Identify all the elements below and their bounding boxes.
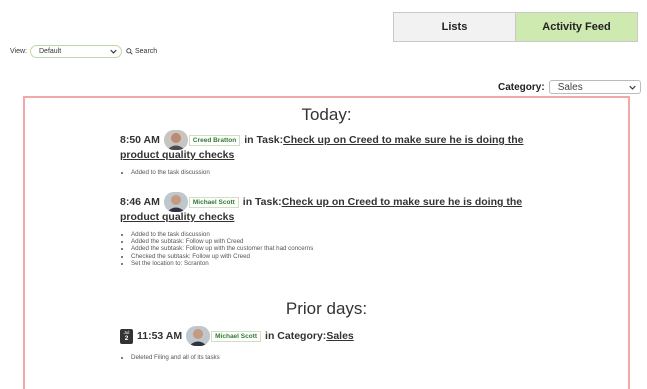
entry-context: in Task: [244, 134, 284, 146]
view-select-value: Default [39, 48, 62, 55]
list-item: Checked the subtask: Follow up with Cree… [131, 253, 313, 260]
entry-time: 11:53 AM [137, 330, 183, 342]
task-link[interactable]: Check up on Creed to make sure he is doi… [283, 134, 523, 146]
category-link[interactable]: Sales [326, 330, 353, 342]
entry-details: Added to the task discussion Added the s… [131, 231, 313, 267]
date-badge: Jul 2 [120, 328, 133, 344]
tab-activity-feed[interactable]: Activity Feed [516, 13, 637, 41]
task-link[interactable]: Check up on Creed to make sure he is doi… [282, 196, 522, 208]
list-item: Added the subtask: Follow up with Creed [131, 238, 313, 245]
avatar [186, 326, 211, 346]
entry-time: 8:46 AM [120, 196, 160, 208]
list-item: Added to the task discussion [131, 231, 313, 238]
view-bar: View: Default Search [10, 45, 157, 58]
list-item: Added the subtask: Follow up with the cu… [131, 245, 313, 252]
prior-days-heading: Prior days: [285, 299, 368, 318]
feed-entry-header: 8:46 AM Michael Scott in Task: Check up … [120, 192, 522, 212]
view-tabs: Lists Activity Feed [393, 12, 638, 42]
list-item: Set the location to: Scranton [131, 260, 313, 267]
chevron-down-icon [628, 85, 636, 90]
list-item: Added to the task discussion [131, 169, 210, 176]
category-select-value: Sales [557, 81, 583, 93]
entry-context: in Category: [265, 330, 327, 342]
entry-details: Deleted Filing and all of its tasks [131, 354, 220, 361]
date-day: 2 [124, 335, 129, 342]
entry-details: Added to the task discussion [131, 169, 210, 176]
entry-time: 8:50 AM [120, 134, 160, 146]
user-tag[interactable]: Michael Scott [211, 330, 262, 342]
list-item: Deleted Filing and all of its tasks [131, 354, 220, 361]
entry-context: in Task: [242, 196, 282, 208]
category-select[interactable]: Sales [548, 80, 641, 94]
view-label: View: [10, 48, 27, 55]
user-tag[interactable]: Creed Bratton [188, 134, 241, 146]
chevron-down-icon [110, 49, 117, 54]
today-heading: Today: [301, 105, 352, 124]
category-bar: Category: Sales [498, 80, 641, 94]
task-link-continued[interactable]: product quality checks [120, 211, 234, 223]
activity-feed-panel: Today: 8:50 AM Creed Bratton in Task: Ch… [23, 96, 630, 389]
view-select[interactable]: Default [30, 45, 122, 58]
feed-entry-header: Jul 2 11:53 AM Michael Scott in Category… [120, 326, 354, 346]
tab-lists[interactable]: Lists [394, 13, 516, 41]
avatar [163, 192, 188, 212]
search-icon [126, 48, 133, 55]
category-label: Category: [498, 81, 545, 93]
search-label: Search [135, 48, 158, 55]
avatar [163, 130, 188, 150]
feed-entry-header: 8:50 AM Creed Bratton in Task: Check up … [120, 130, 524, 150]
search-link[interactable]: Search [126, 48, 157, 55]
user-tag[interactable]: Michael Scott [188, 196, 239, 208]
task-link-continued[interactable]: product quality checks [120, 149, 234, 161]
